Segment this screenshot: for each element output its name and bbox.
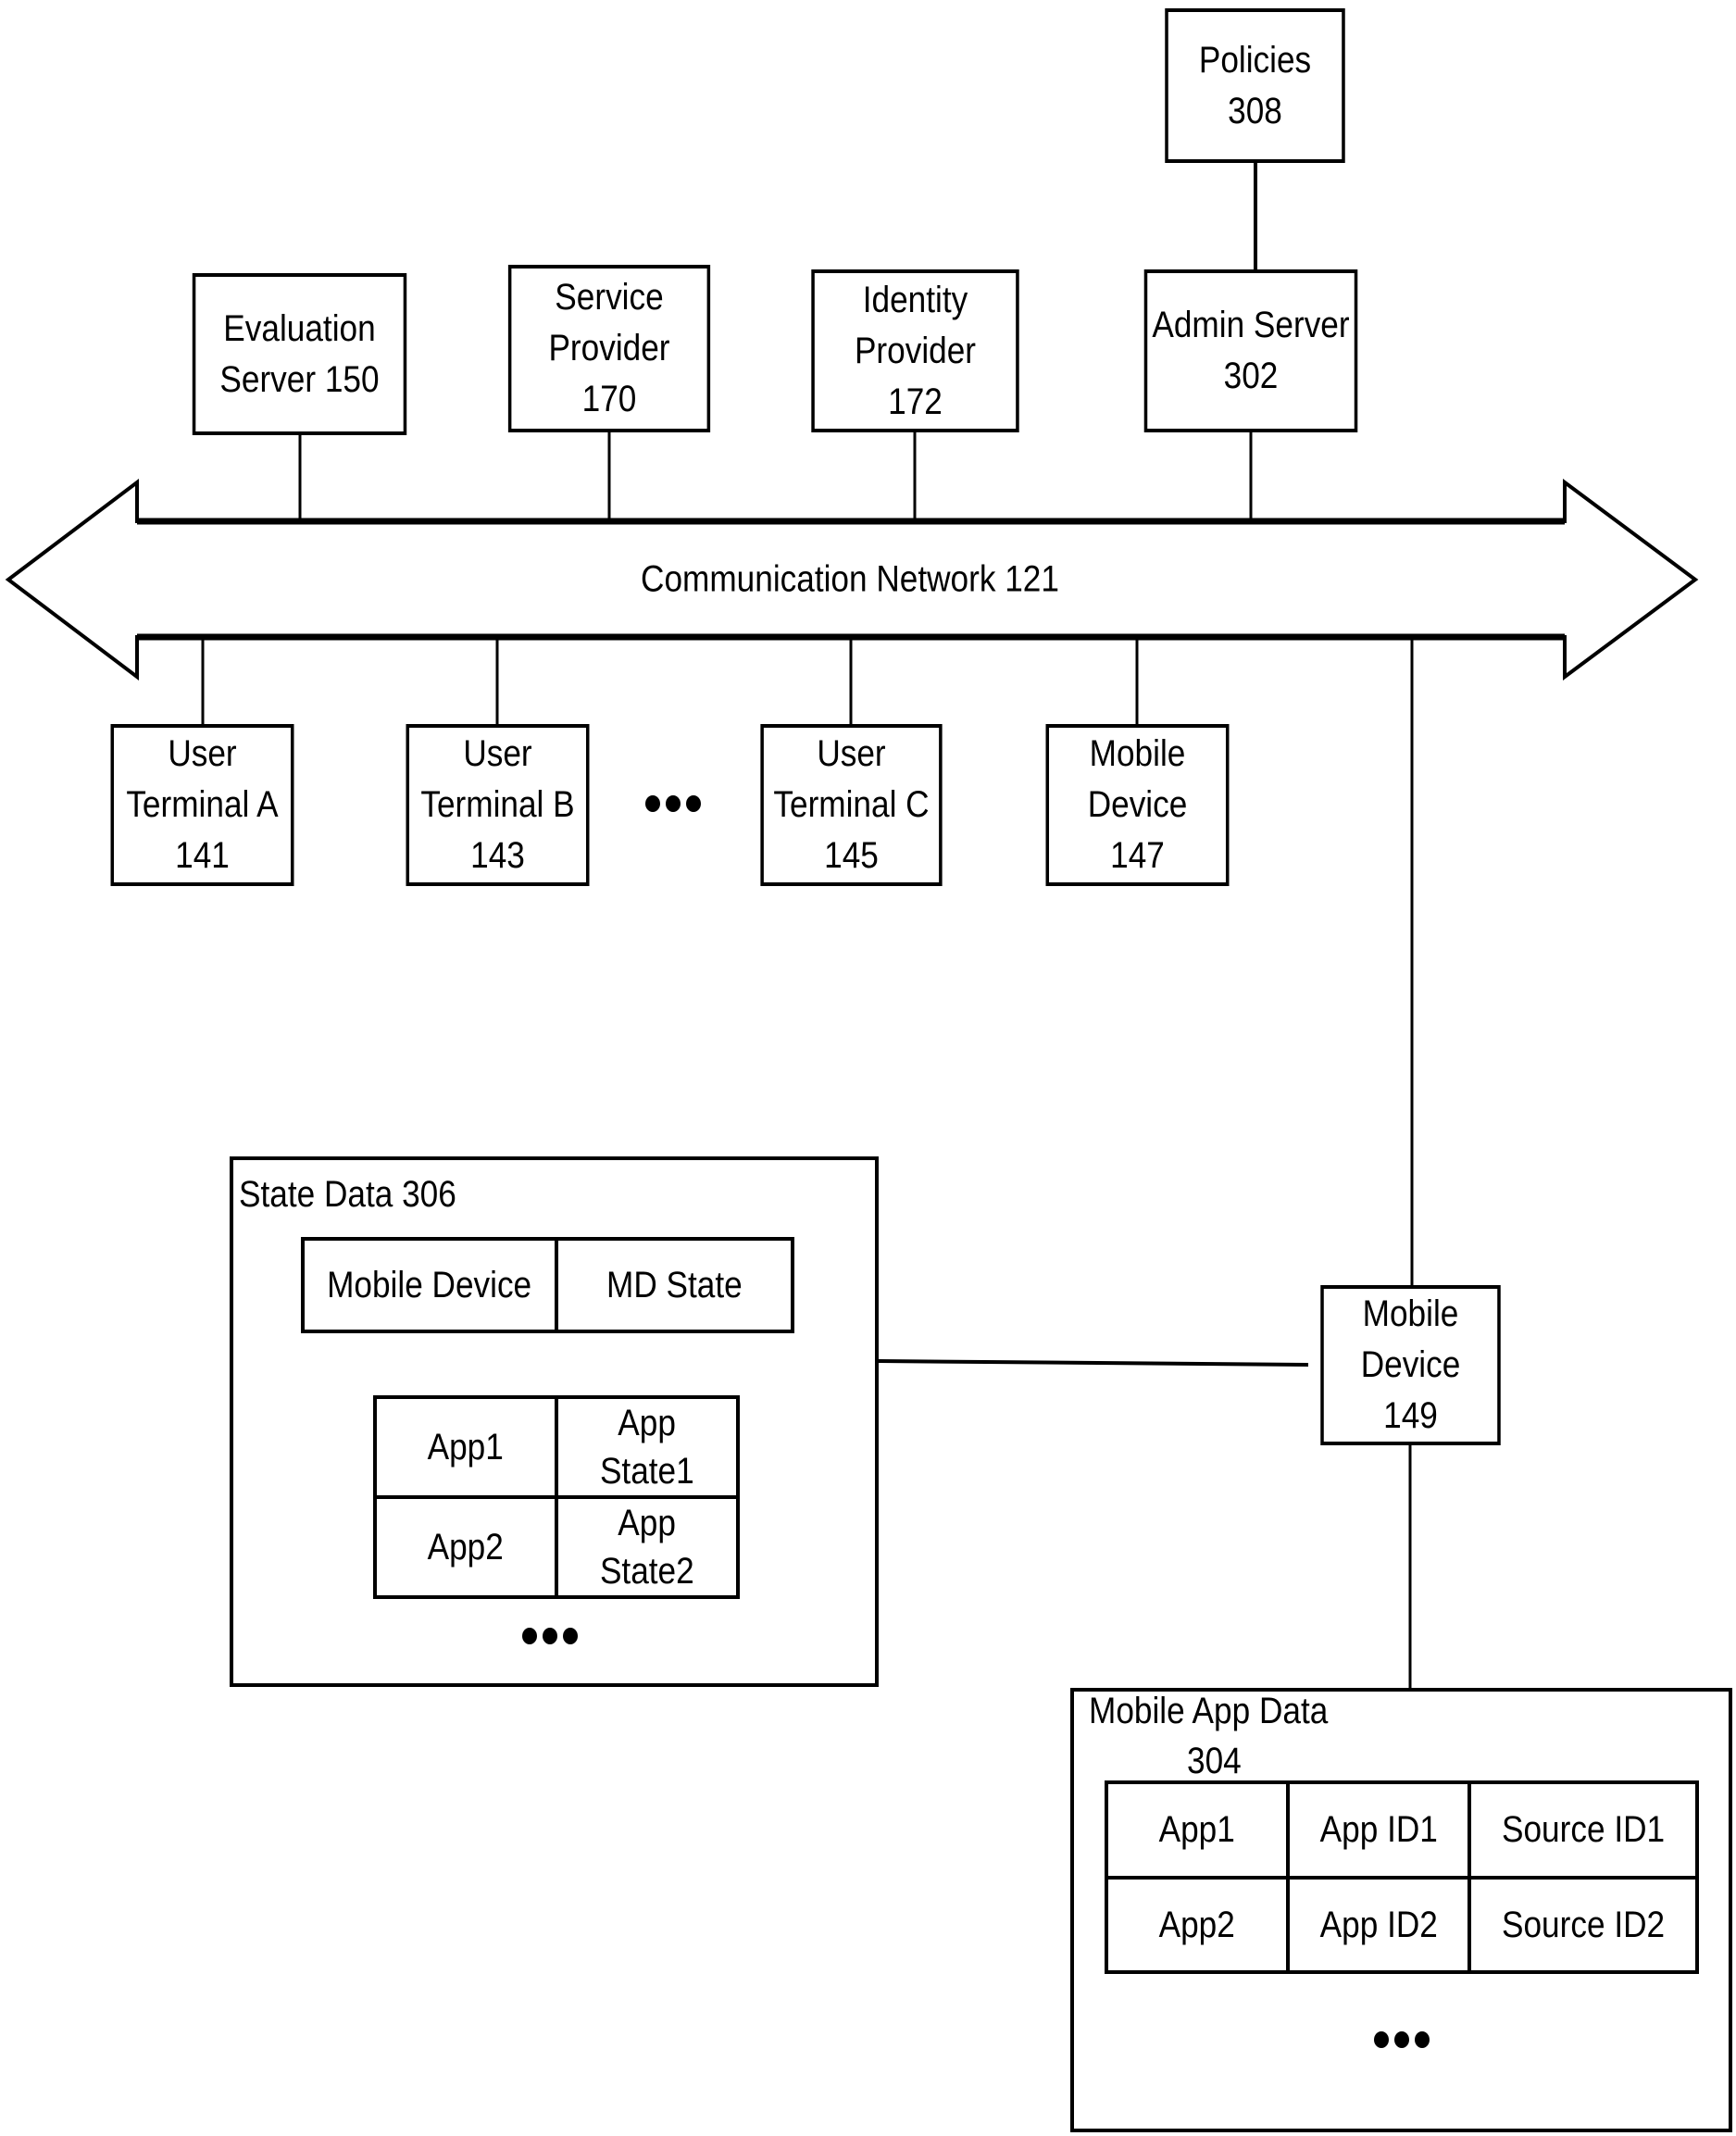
cell-text: Mobile Device bbox=[327, 1265, 532, 1305]
app-state-table: App1 App State1 App2 App State2 bbox=[373, 1395, 740, 1599]
service-provider-node: Service Provider 170 bbox=[507, 265, 711, 432]
service-provider-label-2: Provider bbox=[548, 328, 670, 368]
user-terminal-b-label-2: Terminal B bbox=[420, 784, 575, 825]
mobile-device-149-node: Mobile Device 149 bbox=[1320, 1285, 1501, 1445]
table-row: Mobile Device MD State bbox=[301, 1237, 794, 1333]
evaluation-server-label: Evaluation bbox=[223, 307, 376, 349]
mobile-app-data-table: App1 App ID1 Source ID1 App2 App ID2 Sou… bbox=[1105, 1780, 1699, 1974]
table-cell: App State1 bbox=[555, 1395, 740, 1499]
identity-provider-node: Identity Provider 172 bbox=[811, 269, 1019, 432]
user-terminal-b-number: 143 bbox=[470, 835, 525, 876]
cell-text: App bbox=[618, 1503, 677, 1543]
user-terminal-b-node: User Terminal B 143 bbox=[406, 724, 590, 886]
user-terminal-a-node: User Terminal A 141 bbox=[110, 724, 294, 886]
cell-text: App ID2 bbox=[1319, 1904, 1438, 1945]
mobile-device-147-label-1: Mobile bbox=[1089, 733, 1186, 774]
state-data-ellipsis-icon bbox=[522, 1628, 578, 1644]
user-terminal-c-node: User Terminal C 145 bbox=[760, 724, 943, 886]
mobile-device-149-number: 149 bbox=[1383, 1395, 1438, 1436]
service-provider-label-1: Service bbox=[555, 277, 664, 318]
table-row: App2 App ID2 Source ID2 bbox=[1105, 1875, 1699, 1974]
cell-text: App2 bbox=[1158, 1904, 1236, 1945]
table-cell: Source ID1 bbox=[1467, 1780, 1699, 1880]
mobile-app-data-title: Mobile App Data bbox=[1089, 1691, 1329, 1731]
user-terminal-b-label-1: User bbox=[463, 733, 532, 774]
policies-label: Policies bbox=[1198, 39, 1312, 81]
table-cell: App1 bbox=[1105, 1780, 1290, 1880]
cell-text: Source ID2 bbox=[1501, 1904, 1666, 1945]
state-data-title: State Data 306 bbox=[239, 1174, 456, 1215]
policies-node: Policies 308 bbox=[1165, 8, 1345, 163]
identity-provider-number: 172 bbox=[888, 381, 943, 422]
table-cell: App ID2 bbox=[1286, 1875, 1471, 1974]
evaluation-server-node: Evaluation Server 150 bbox=[192, 273, 407, 435]
cell-text: App ID1 bbox=[1319, 1809, 1438, 1851]
user-terminal-c-label-2: Terminal C bbox=[773, 784, 930, 825]
cell-text: App2 bbox=[427, 1527, 505, 1568]
policies-number: 308 bbox=[1228, 90, 1282, 131]
mobile-device-147-number: 147 bbox=[1110, 835, 1165, 876]
admin-server-number: 302 bbox=[1223, 356, 1279, 396]
user-terminal-a-number: 141 bbox=[175, 835, 230, 876]
cell-text: App bbox=[618, 1403, 677, 1443]
mobile-device-147-label-2: Device bbox=[1087, 784, 1188, 825]
user-terminal-c-number: 145 bbox=[824, 835, 879, 876]
table-cell: Source ID2 bbox=[1467, 1875, 1699, 1974]
admin-server-node: Admin Server 302 bbox=[1143, 269, 1358, 432]
mobile-device-147-node: Mobile Device 147 bbox=[1045, 724, 1230, 886]
cell-text: App1 bbox=[427, 1427, 505, 1468]
identity-provider-label-1: Identity bbox=[862, 279, 968, 320]
table-cell: App1 bbox=[373, 1395, 558, 1499]
user-terminal-a-label-1: User bbox=[168, 733, 237, 774]
admin-server-label: Admin Server bbox=[1152, 305, 1350, 345]
mobile-device-149-label-1: Mobile bbox=[1362, 1293, 1459, 1334]
cell-text: State2 bbox=[600, 1551, 694, 1592]
cell-text: MD State bbox=[606, 1265, 743, 1305]
table-row: App1 App ID1 Source ID1 bbox=[1105, 1780, 1699, 1880]
table-cell: App ID1 bbox=[1286, 1780, 1471, 1880]
table-row: App1 App State1 bbox=[373, 1395, 740, 1499]
cell-text: App1 bbox=[1158, 1809, 1236, 1851]
device-state-table: Mobile Device MD State bbox=[301, 1237, 794, 1333]
cell-text: Source ID1 bbox=[1501, 1809, 1666, 1851]
mobile-app-data-ellipsis-icon bbox=[1374, 2031, 1430, 2048]
table-cell: App State2 bbox=[555, 1495, 740, 1599]
mobile-device-149-label-2: Device bbox=[1360, 1344, 1461, 1385]
link-statedata-mobile149 bbox=[878, 1359, 1309, 1367]
table-row: App2 App State2 bbox=[373, 1495, 740, 1599]
communication-network-label: Communication Network 121 bbox=[641, 558, 1059, 600]
table-cell: App2 bbox=[373, 1495, 558, 1599]
user-terminal-c-label-1: User bbox=[817, 733, 886, 774]
user-terminal-a-label-2: Terminal A bbox=[126, 784, 279, 825]
cell-text: State1 bbox=[600, 1451, 694, 1492]
identity-provider-label-2: Provider bbox=[854, 330, 977, 371]
table-cell: App2 bbox=[1105, 1875, 1290, 1974]
table-cell: MD State bbox=[555, 1237, 794, 1333]
evaluation-server-number: Server 150 bbox=[219, 358, 380, 400]
service-provider-number: 170 bbox=[581, 379, 637, 419]
mobile-app-data-number: 304 bbox=[1187, 1741, 1242, 1781]
table-cell: Mobile Device bbox=[301, 1237, 558, 1333]
terminals-ellipsis-icon bbox=[645, 795, 701, 812]
